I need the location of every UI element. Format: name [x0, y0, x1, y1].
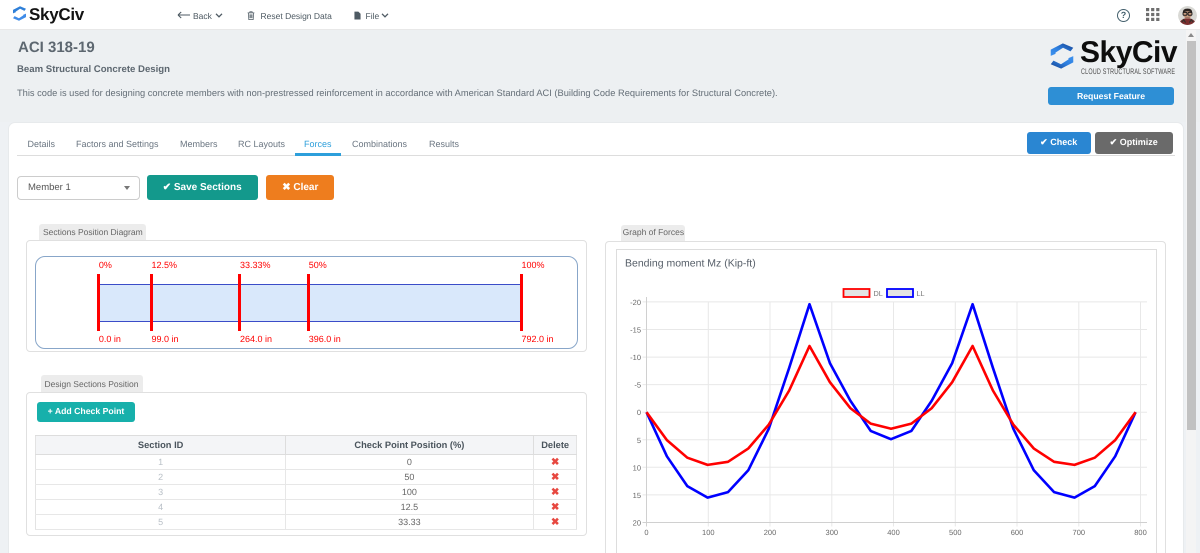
svg-text:20: 20	[633, 519, 641, 528]
svg-text:800: 800	[1134, 528, 1147, 537]
svg-text:-20: -20	[630, 298, 641, 307]
svg-text:Bending moment Mz (Kip-ft): Bending moment Mz (Kip-ft)	[625, 258, 756, 270]
svg-text:500: 500	[949, 528, 962, 537]
svg-text:0: 0	[644, 528, 648, 537]
svg-text:200: 200	[764, 528, 777, 537]
svg-text:15: 15	[633, 491, 641, 500]
svg-text:LL: LL	[917, 289, 925, 298]
svg-text:300: 300	[826, 528, 839, 537]
svg-text:10: 10	[633, 463, 641, 472]
svg-text:-15: -15	[630, 326, 641, 335]
svg-text:400: 400	[887, 528, 900, 537]
svg-text:5: 5	[637, 436, 641, 445]
svg-text:0: 0	[637, 408, 641, 417]
svg-text:600: 600	[1011, 528, 1024, 537]
svg-text:DL: DL	[874, 289, 883, 298]
svg-text:-10: -10	[630, 353, 641, 362]
svg-text:-5: -5	[634, 381, 641, 390]
svg-text:700: 700	[1073, 528, 1086, 537]
svg-text:100: 100	[702, 528, 715, 537]
